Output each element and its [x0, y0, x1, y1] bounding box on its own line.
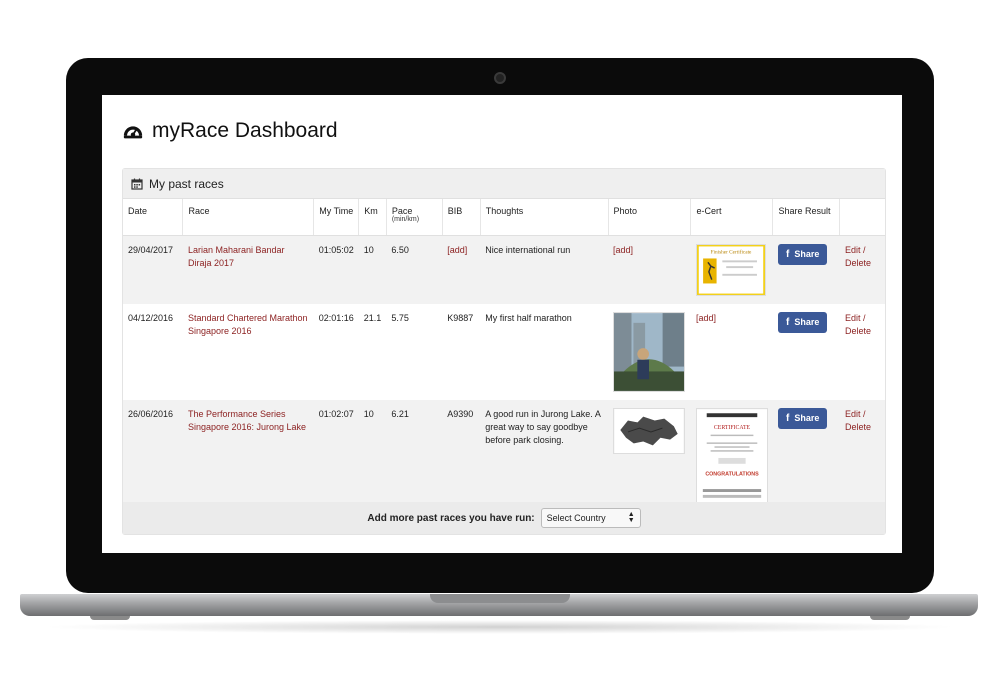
panel-footer: Add more past races you have run: Select… — [123, 502, 885, 534]
panel-header: My past races — [123, 169, 885, 199]
col-race: Race — [182, 199, 315, 236]
facebook-icon: f — [785, 412, 790, 424]
share-label: Share — [794, 316, 820, 327]
edit-link[interactable]: Edit — [845, 245, 861, 255]
facebook-share-button[interactable]: f Share — [777, 311, 828, 333]
race-thoughts: Nice international run — [480, 235, 608, 304]
facebook-share-button[interactable]: f Share — [777, 407, 828, 429]
table-header-row: Date Race My Time Km Pace (min/km) BIB Th… — [123, 199, 885, 236]
col-pace-unit: (min/km) — [391, 216, 420, 223]
action-separator: / — [862, 244, 866, 255]
ecert-thumbnail[interactable]: CERTIFICATE CONGRATULATIONS — [695, 407, 768, 506]
race-name-link[interactable]: Standard Chartered Marathon Singapore 20… — [188, 313, 308, 336]
dashboard-gauge-icon — [123, 126, 143, 139]
col-pace: Pace (min/km) — [386, 199, 443, 236]
race-thoughts: A good run in Jurong Lake. A great way t… — [480, 399, 608, 514]
table-row: 26/06/2016 The Performance Series Singap… — [123, 399, 885, 514]
race-date: 26/06/2016 — [123, 399, 183, 514]
select-arrows-icon: ▲ ▼ — [627, 511, 635, 524]
facebook-share-button[interactable]: f Share — [777, 243, 828, 265]
race-km: 10 — [358, 235, 387, 304]
race-pace: 5.75 — [386, 303, 443, 400]
col-actions — [839, 199, 885, 236]
laptop-notch — [430, 594, 570, 603]
race-name-link[interactable]: The Performance Series Singapore 2016: J… — [188, 409, 306, 432]
ecert-banner: CONGRATULATIONS — [705, 471, 759, 477]
race-km: 10 — [358, 399, 387, 514]
race-time: 01:02:07 — [313, 399, 359, 514]
laptop-mockup: myRace Dashboard My past races Date Race… — [0, 0, 1000, 680]
col-photo: Photo — [608, 199, 692, 236]
page-title: myRace Dashboard — [122, 119, 338, 143]
race-date: 04/12/2016 — [123, 303, 183, 400]
race-route-map[interactable] — [613, 407, 685, 454]
race-date: 29/04/2017 — [123, 235, 183, 304]
action-separator: / — [862, 312, 866, 323]
race-bib: K9887 — [442, 303, 481, 400]
page-title-text: myRace Dashboard — [152, 119, 338, 142]
race-name-link[interactable]: Larian Maharani Bandar Diraja 2017 — [188, 245, 285, 268]
race-time: 01:05:02 — [313, 235, 359, 304]
add-ecert-link[interactable]: [add] — [696, 313, 716, 323]
ecert-title: Finisher Certificate — [711, 248, 752, 255]
race-thoughts: My first half marathon — [480, 303, 608, 400]
country-select-value: Select Country — [546, 513, 606, 523]
race-km: 21.1 — [358, 303, 387, 400]
edit-link[interactable]: Edit — [845, 409, 861, 419]
laptop-foot-right — [870, 616, 910, 620]
add-photo-link[interactable]: [add] — [613, 245, 633, 255]
laptop-foot-left — [90, 616, 130, 620]
edit-link[interactable]: Edit — [845, 313, 861, 323]
delete-link[interactable]: Delete — [845, 422, 871, 432]
share-label: Share — [794, 412, 820, 423]
col-pace-label: Pace — [391, 206, 413, 216]
race-bib: A9390 — [442, 399, 481, 514]
race-photo[interactable] — [613, 311, 685, 392]
calendar-icon — [131, 178, 143, 190]
country-select[interactable]: Select Country ▲ ▼ — [540, 508, 641, 528]
facebook-icon: f — [785, 248, 790, 260]
col-thoughts: Thoughts — [480, 199, 609, 236]
table-row: 04/12/2016 Standard Chartered Marathon S… — [123, 303, 885, 400]
col-bib: BIB — [442, 199, 481, 236]
laptop-screen: myRace Dashboard My past races Date Race… — [102, 95, 902, 553]
race-pace: 6.21 — [386, 399, 443, 514]
races-table: Date Race My Time Km Pace (min/km) BIB Th… — [123, 199, 885, 514]
ecert-thumbnail[interactable]: Finisher Certificate — [695, 243, 766, 296]
col-km: Km — [358, 199, 387, 236]
col-time: My Time — [313, 199, 360, 236]
delete-link[interactable]: Delete — [845, 258, 871, 268]
add-bib-link[interactable]: [add] — [447, 245, 467, 255]
webcam-icon — [494, 72, 506, 84]
race-pace: 6.50 — [386, 235, 443, 304]
laptop-shadow — [40, 620, 960, 634]
share-label: Share — [794, 248, 820, 259]
col-share: Share Result — [772, 199, 841, 236]
action-separator: / — [862, 408, 866, 419]
col-ecert: e-Cert — [690, 199, 774, 236]
add-races-label: Add more past races you have run: — [367, 512, 535, 524]
facebook-icon: f — [785, 316, 790, 328]
past-races-panel: My past races Date Race My Time Km Pace(… — [122, 168, 886, 535]
panel-title: My past races — [149, 176, 224, 191]
race-time: 02:01:16 — [313, 303, 359, 400]
ecert-title: CERTIFICATE — [714, 424, 751, 430]
col-date: Date — [123, 199, 184, 236]
delete-link[interactable]: Delete — [845, 326, 871, 336]
table-row: 29/04/2017 Larian Maharani Bandar Diraja… — [123, 235, 885, 304]
